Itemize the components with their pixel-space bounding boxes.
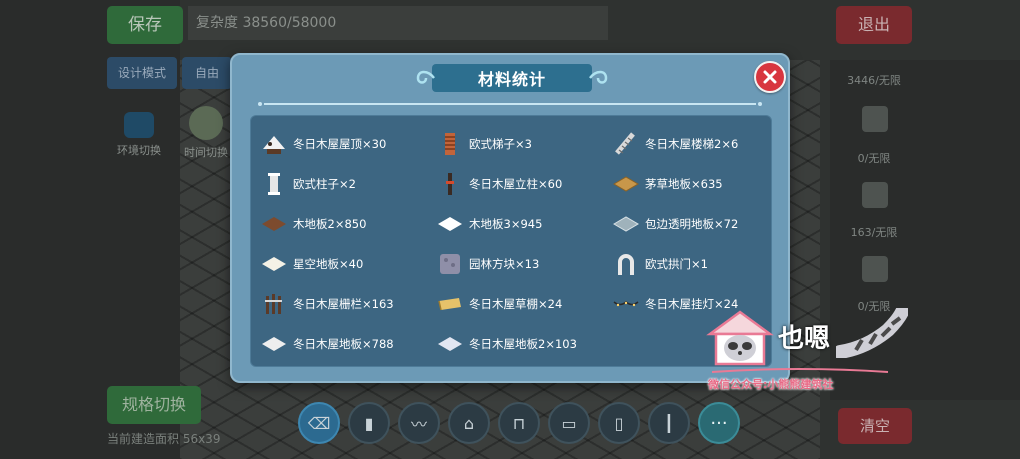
build-area-size: 当前建造面积 56x39 xyxy=(107,432,221,446)
clear-button[interactable]: 清空 xyxy=(838,408,912,444)
material-item: 冬日木屋楼梯2×6 xyxy=(613,124,773,164)
winter-roof-icon xyxy=(261,131,287,157)
ornament-left-icon xyxy=(416,70,435,84)
material-item: 包边透明地板×72 xyxy=(613,204,773,244)
time-toggle[interactable]: 时间切换 xyxy=(174,106,238,160)
freedom-mode-button[interactable]: 自由 xyxy=(182,57,232,89)
underline-stroke xyxy=(711,368,889,373)
raccoon-house-logo xyxy=(706,310,774,366)
pillar-icon[interactable]: ┃ xyxy=(648,402,690,444)
material-item: 冬日木屋立柱×60 xyxy=(437,164,613,204)
euro-arch-icon xyxy=(613,251,639,277)
material-item: 木地板3×945 xyxy=(437,204,613,244)
starry-floor-icon xyxy=(261,251,287,277)
save-button[interactable]: 保存 xyxy=(107,6,183,44)
thatch-floor-icon xyxy=(613,171,639,197)
winter-floor-icon xyxy=(261,331,287,357)
winter-floor-2-icon xyxy=(437,331,463,357)
door-dark-icon[interactable]: ▯ xyxy=(598,402,640,444)
material-item: 冬日木屋地板×788 xyxy=(261,324,437,364)
euro-ladder-icon xyxy=(437,131,463,157)
winter-stairs-icon xyxy=(613,131,639,157)
side-block-item[interactable] xyxy=(862,256,888,282)
close-button[interactable] xyxy=(754,61,786,93)
side-block-item[interactable] xyxy=(862,182,888,208)
design-mode-button[interactable]: 设计模式 xyxy=(107,57,177,89)
wood-floor-2-icon xyxy=(261,211,287,237)
roof-icon[interactable]: ⌂ xyxy=(448,402,490,444)
winter-fence-icon xyxy=(261,291,287,317)
more-icon[interactable]: ··· xyxy=(698,402,740,444)
time-toggle-label: 时间切换 xyxy=(184,146,228,159)
thatch-icon[interactable]: ▭ xyxy=(548,402,590,444)
complexity-counter: 复杂度 38560/58000 xyxy=(188,6,608,40)
materials-list: 冬日木屋屋顶×30 欧式梯子×3 冬日木屋楼梯2×6 欧式柱子×2 冬日木屋立柱… xyxy=(250,115,772,367)
material-item: 欧式柱子×2 xyxy=(261,164,437,204)
dialog-title: 材料统计 xyxy=(477,70,546,89)
side-count-2: 0/无限 xyxy=(857,152,891,165)
door-icon[interactable]: ▮ xyxy=(348,402,390,444)
mountain-icon xyxy=(189,106,223,140)
winter-post-icon xyxy=(437,171,463,197)
title-divider xyxy=(258,102,762,106)
specs-switch-button[interactable]: 规格切换 xyxy=(107,386,201,424)
material-item: 茅草地板×635 xyxy=(613,164,773,204)
winter-awning-icon xyxy=(437,291,463,317)
material-item: 冬日木屋草棚×24 xyxy=(437,284,613,324)
environment-toggle-label: 环境切换 xyxy=(117,144,161,157)
raccoon-tail-icon xyxy=(836,308,908,358)
garden-block-icon xyxy=(437,251,463,277)
material-item: 冬日木屋屋顶×30 xyxy=(261,124,437,164)
watermark-name: 也嗯 xyxy=(778,324,831,354)
material-item: 园林方块×13 xyxy=(437,244,613,284)
material-item: 欧式梯子×3 xyxy=(437,124,613,164)
hotbar: ⌫ ▮ 〰 ⌂ ⊓ ▭ ▯ ┃ ··· xyxy=(298,402,740,450)
material-item: 星空地板×40 xyxy=(261,244,437,284)
side-count-3: 163/无限 xyxy=(850,226,898,239)
winter-lights-icon xyxy=(613,291,639,317)
close-icon xyxy=(763,70,777,84)
side-count-1: 3446/无限 xyxy=(847,74,901,87)
material-item: 冬日木屋栅栏×163 xyxy=(261,284,437,324)
dialog-title-bar: 材料统计 xyxy=(412,64,612,92)
glass-floor-icon xyxy=(613,211,639,237)
lights-string-icon[interactable]: 〰 xyxy=(398,402,440,444)
arch-window-icon[interactable]: ⊓ xyxy=(498,402,540,444)
exit-button[interactable]: 退出 xyxy=(836,6,912,44)
material-item: 欧式拱门×1 xyxy=(613,244,773,284)
ornament-right-icon xyxy=(589,70,608,84)
water-icon xyxy=(124,112,154,138)
watermark-caption: 微信公众号:小熊熊建筑社 xyxy=(708,378,834,391)
eraser-icon[interactable]: ⌫ xyxy=(298,402,340,444)
environment-toggle[interactable]: 环境切换 xyxy=(107,112,171,158)
wood-floor-3-icon xyxy=(437,211,463,237)
material-item: 冬日木屋地板2×103 xyxy=(437,324,613,364)
watermark: 也嗯 微信公众号:小熊熊建筑社 xyxy=(700,306,910,406)
euro-pillar-icon xyxy=(261,171,287,197)
material-item: 木地板2×850 xyxy=(261,204,437,244)
side-block-item[interactable] xyxy=(862,106,888,132)
